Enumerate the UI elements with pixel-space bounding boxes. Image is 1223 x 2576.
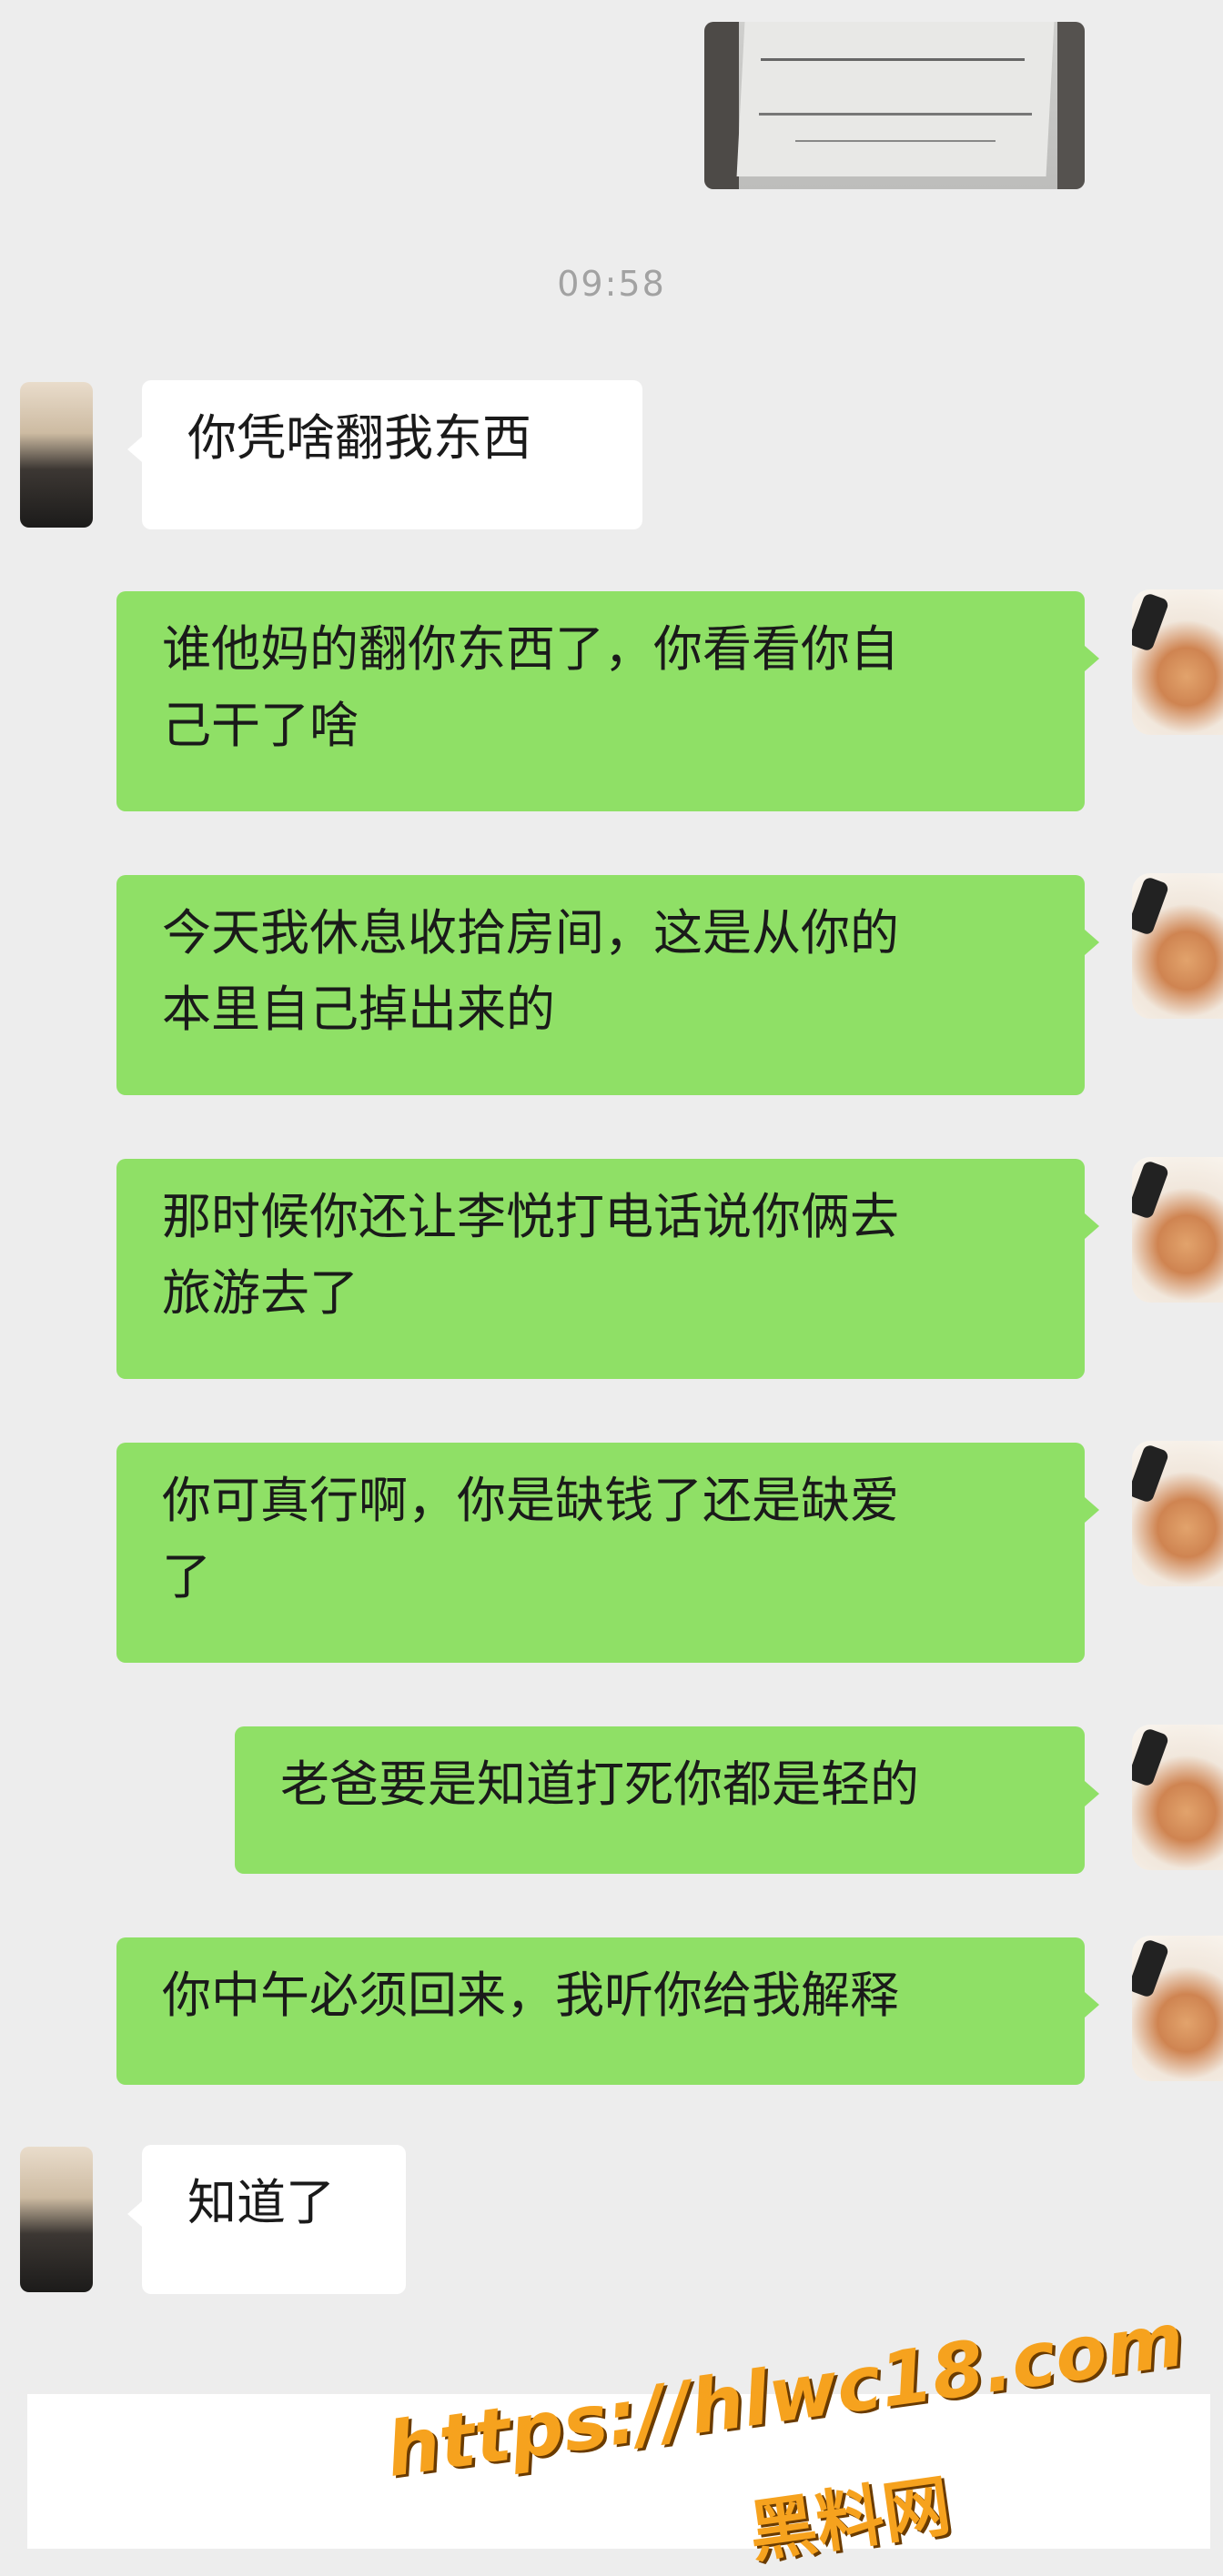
photo-paper bbox=[736, 22, 1055, 176]
user-avatar[interactable] bbox=[1132, 873, 1223, 1019]
message-bubble-sent[interactable]: 今天我休息收拾房间，这是从你的 本里自己掉出来的 bbox=[116, 875, 1085, 1095]
user-avatar[interactable] bbox=[1132, 1157, 1223, 1303]
message-text-line: 今天我休息收拾房间，这是从你的 bbox=[162, 904, 899, 961]
contact-avatar[interactable] bbox=[20, 2147, 93, 2292]
photo-shadow-right bbox=[1057, 22, 1085, 189]
bubble-tail bbox=[1085, 1781, 1099, 1806]
message-bubble-received[interactable]: 知道了 bbox=[142, 2145, 406, 2294]
message-text-line: 了 bbox=[162, 1548, 211, 1605]
message-text: 你中午必须回来，我听你给我解释 bbox=[162, 1967, 899, 2024]
sent-image-thumbnail[interactable] bbox=[704, 22, 1085, 189]
bubble-tail bbox=[127, 437, 142, 462]
user-avatar[interactable] bbox=[1132, 1936, 1223, 2081]
message-bubble-sent[interactable]: 你中午必须回来，我听你给我解释 bbox=[116, 1937, 1085, 2085]
message-text-line: 己干了啥 bbox=[162, 697, 359, 754]
message-bubble-sent[interactable]: 老爸要是知道打死你都是轻的 bbox=[235, 1726, 1085, 1874]
photo-line bbox=[795, 140, 996, 142]
bubble-tail bbox=[1085, 646, 1099, 671]
photo-line bbox=[761, 58, 1025, 61]
message-text-line: 本里自己掉出来的 bbox=[162, 981, 555, 1038]
message-text-line: 谁他妈的翻你东西了，你看看你自 bbox=[162, 620, 899, 678]
photo-line bbox=[759, 113, 1032, 116]
bubble-tail bbox=[1085, 930, 1099, 955]
photo-shadow-left bbox=[704, 22, 739, 189]
message-text-line: 旅游去了 bbox=[162, 1264, 359, 1322]
bubble-tail bbox=[127, 2201, 142, 2227]
message-text: 知道了 bbox=[187, 2174, 335, 2231]
bubble-tail bbox=[1085, 1497, 1099, 1523]
message-text: 老爸要是知道打死你都是轻的 bbox=[280, 1756, 919, 1813]
user-avatar[interactable] bbox=[1132, 1441, 1223, 1586]
message-text-line: 那时候你还让李悦打电话说你俩去 bbox=[162, 1188, 899, 1245]
contact-avatar[interactable] bbox=[20, 382, 93, 528]
user-avatar[interactable] bbox=[1132, 589, 1223, 735]
message-bubble-sent[interactable]: 你可真行啊，你是缺钱了还是缺爱 了 bbox=[116, 1443, 1085, 1663]
bubble-tail bbox=[1085, 1992, 1099, 2018]
message-timestamp: 09:58 bbox=[557, 264, 666, 304]
user-avatar[interactable] bbox=[1132, 1725, 1223, 1870]
message-text-line: 你可真行啊，你是缺钱了还是缺爱 bbox=[162, 1472, 899, 1529]
message-text: 你凭啥翻我东西 bbox=[187, 409, 531, 467]
bubble-tail bbox=[1085, 1213, 1099, 1239]
message-bubble-received[interactable]: 你凭啥翻我东西 bbox=[142, 380, 642, 529]
message-bubble-sent[interactable]: 那时候你还让李悦打电话说你俩去 旅游去了 bbox=[116, 1159, 1085, 1379]
message-bubble-sent[interactable]: 谁他妈的翻你东西了，你看看你自 己干了啥 bbox=[116, 591, 1085, 811]
